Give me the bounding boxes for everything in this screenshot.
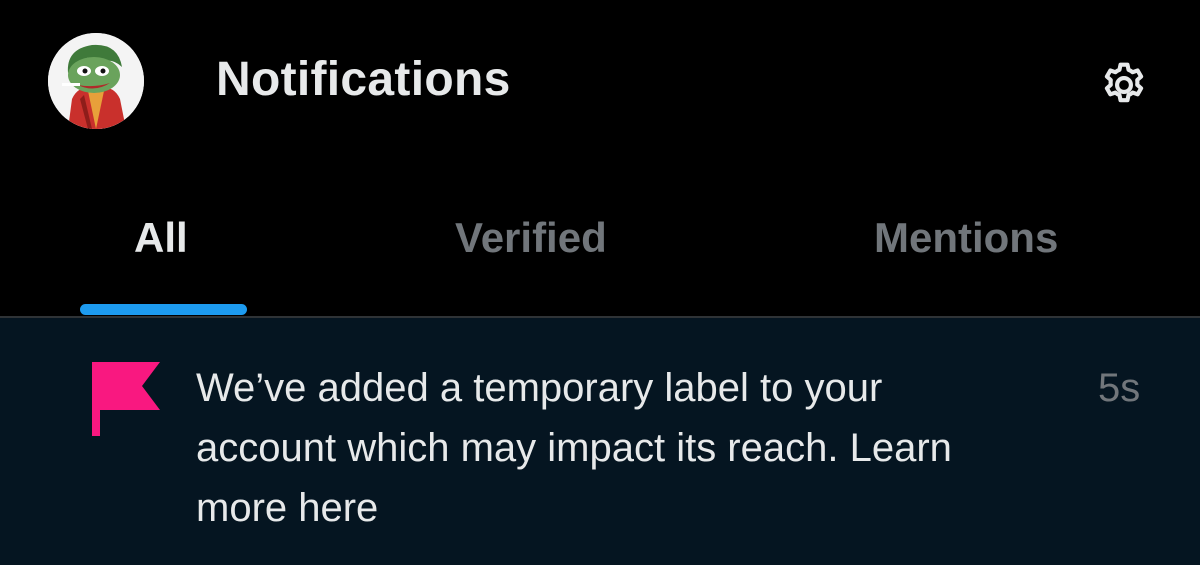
tab-all-label: All — [134, 214, 188, 261]
tab-verified-label: Verified — [455, 214, 607, 261]
avatar-image — [48, 33, 144, 129]
avatar[interactable] — [48, 33, 144, 129]
settings-button[interactable] — [1096, 57, 1152, 113]
flag-icon — [88, 360, 168, 440]
tab-mentions[interactable]: Mentions — [750, 160, 1200, 317]
tab-all[interactable]: All — [0, 160, 330, 317]
tab-mentions-label: Mentions — [874, 214, 1059, 261]
notification-text[interactable]: We’ve added a temporary label to your ac… — [196, 358, 1016, 538]
active-tab-indicator — [80, 304, 247, 315]
tab-verified[interactable]: Verified — [330, 160, 750, 317]
notification-tabs: All Verified Mentions — [0, 160, 1200, 317]
notification-timestamp: 5s — [1098, 366, 1141, 410]
page-title: Notifications — [216, 53, 511, 106]
gear-icon — [1104, 62, 1144, 103]
header: Notifications — [0, 0, 1200, 160]
notification-item[interactable]: We’ve added a temporary label to your ac… — [0, 318, 1200, 565]
notifications-screen: Notifications All Verified Mentions We’v — [0, 0, 1200, 565]
